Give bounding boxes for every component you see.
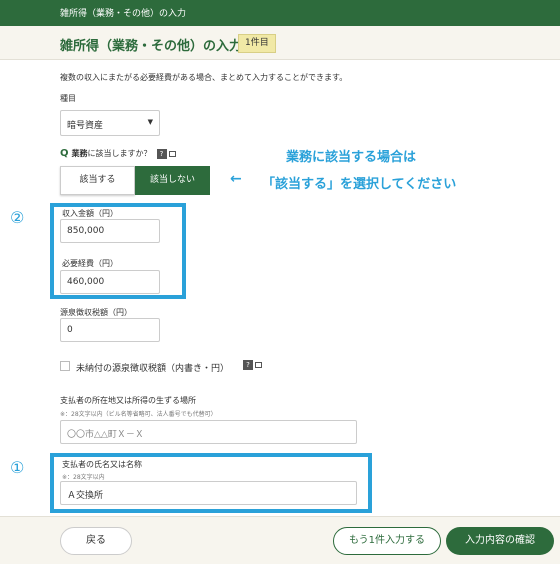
unpaid-withholding-label: 未納付の源泉徴収税額（内書き・円） [76,364,230,374]
payer-name-input[interactable]: Ａ交換所 [60,481,357,505]
annotation-number-2: ② [10,208,25,227]
business-question: Q 業務に該当しますか？? [60,148,176,159]
count-badge: 1件目 [238,34,276,53]
question-mark-label: Q [60,148,69,159]
chevron-down-icon: ▼ [147,118,153,126]
income-input[interactable]: 850,000 [60,219,160,243]
payer-address-note: ※：28文字以内（ビル名等省略可、法人番号でも代替可） [60,411,217,418]
external-link-icon[interactable] [168,150,176,157]
payer-name-note: ※：28文字以内 [62,474,105,481]
help-icon[interactable]: ? [243,360,253,370]
income-label: 収入金額（円） [62,209,118,218]
top-bar: 雑所得（業務・その他）の入力 [0,0,560,26]
withholding-label: 源泉徴収税額（円） [60,308,132,317]
add-another-button[interactable]: もう1件入力する [333,527,441,555]
page-title: 雑所得（業務・その他）の入力 [60,39,243,54]
annotation-text-1: 業務に該当する場合は [286,150,417,165]
applicable-no-button[interactable]: 該当しない [135,166,210,195]
type-select-value: 暗号資産 [67,121,104,131]
annotation-text-2: 「該当する」を選択してください [262,177,457,192]
help-icon[interactable]: ? [156,148,167,159]
type-select[interactable]: 暗号資産 ▼ [60,110,160,136]
expenses-label: 必要経費（円） [62,259,118,268]
applicable-yes-button[interactable]: 該当する [60,166,135,195]
payer-name-label: 支払者の氏名又は名称 [62,460,142,469]
annotation-number-1: ① [10,458,25,477]
payer-address-input[interactable]: 〇〇市△△町Ｘ－Ｘ [60,420,357,444]
expenses-input[interactable]: 460,000 [60,270,160,294]
withholding-input[interactable]: 0 [60,318,160,342]
unpaid-help: ? [238,360,262,371]
external-link-icon[interactable] [255,362,262,368]
business-question-text: に該当しますか？ [87,149,152,158]
back-button[interactable]: 戻る [60,527,132,555]
intro-text: 複数の収入にまたがる必要経費がある場合、まとめて入力することができます。 [60,73,348,82]
type-label: 種目 [60,94,76,103]
business-question-bold: 業務 [71,149,88,158]
left-arrow-icon: ← [230,171,242,187]
confirm-input-button[interactable]: 入力内容の確認 [446,527,554,555]
payer-address-label: 支払者の所在地又は所得の生ずる場所 [60,396,196,405]
page-header: 雑所得（業務・その他）の入力 1件目 [0,26,560,60]
unpaid-withholding-checkbox[interactable] [60,361,70,371]
top-bar-title: 雑所得（業務・その他）の入力 [60,9,187,19]
